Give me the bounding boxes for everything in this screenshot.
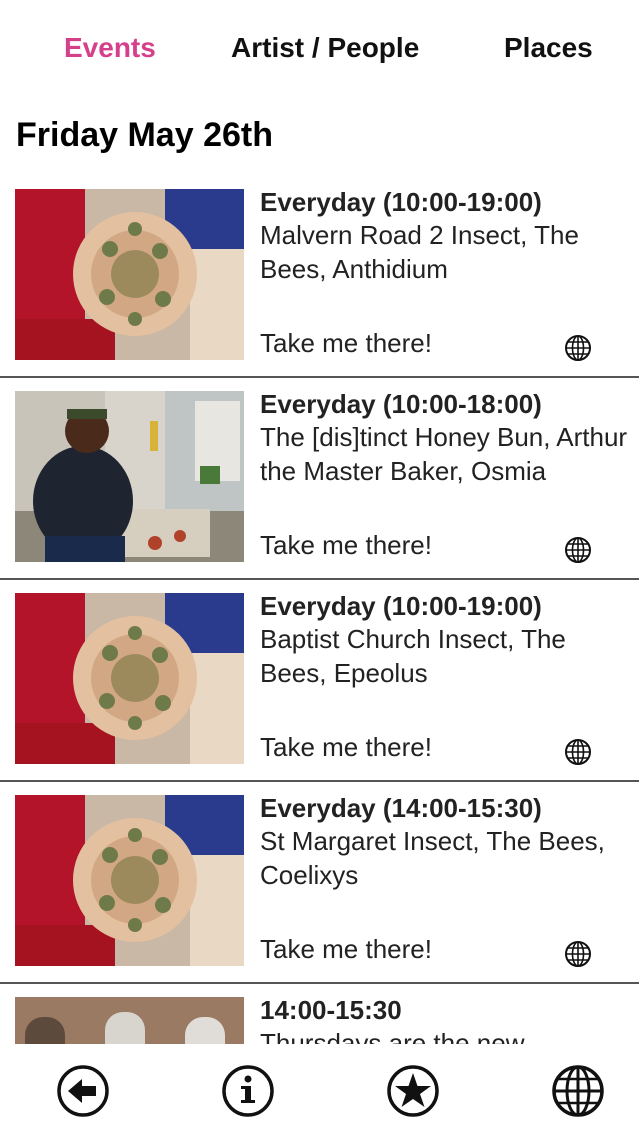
hands-circle-photo bbox=[15, 593, 244, 764]
globe-icon[interactable] bbox=[564, 738, 592, 766]
hands-circle-photo bbox=[15, 795, 244, 966]
event-item[interactable]: Everyday (10:00-19:00) Baptist Church In… bbox=[0, 580, 639, 782]
take-me-there-link[interactable]: Take me there! bbox=[260, 326, 432, 360]
baker-photo bbox=[15, 391, 244, 562]
globe-icon[interactable] bbox=[564, 536, 592, 564]
event-thumbnail-hands bbox=[15, 593, 244, 764]
event-time: Everyday (10:00-19:00) bbox=[260, 187, 542, 217]
event-thumbnail-building bbox=[15, 997, 244, 1044]
event-list[interactable]: Everyday (10:00-19:00) Malvern Road 2 In… bbox=[0, 176, 639, 1044]
tab-events[interactable]: Events bbox=[64, 26, 156, 70]
take-me-there-link[interactable]: Take me there! bbox=[260, 932, 432, 966]
event-thumbnail-hands bbox=[15, 189, 244, 360]
event-item[interactable]: Everyday (10:00-18:00) The [dis]tinct Ho… bbox=[0, 378, 639, 580]
event-item[interactable]: Everyday (14:00-15:30) St Margaret Insec… bbox=[0, 782, 639, 984]
globe-icon[interactable] bbox=[564, 334, 592, 362]
event-title: Baptist Church Insect, The Bees, Epeolus bbox=[260, 624, 566, 688]
event-time: Everyday (10:00-18:00) bbox=[260, 389, 542, 419]
event-title: Malvern Road 2 Insect, The Bees, Anthidi… bbox=[260, 220, 579, 284]
event-title: The [dis]tinct Honey Bun, Arthur the Mas… bbox=[260, 422, 628, 486]
tab-artist-people[interactable]: Artist / People bbox=[231, 26, 419, 70]
take-me-there-link[interactable]: Take me there! bbox=[260, 528, 432, 562]
event-time: Everyday (10:00-19:00) bbox=[260, 591, 542, 621]
event-item[interactable]: Everyday (10:00-19:00) Malvern Road 2 In… bbox=[0, 176, 639, 378]
event-item[interactable]: 14:00-15:30 Thursdays are the new bbox=[0, 984, 639, 1044]
back-arrow-icon[interactable] bbox=[56, 1064, 110, 1118]
brick-wall-photo bbox=[15, 997, 244, 1044]
tab-places[interactable]: Places bbox=[504, 26, 593, 70]
event-time: 14:00-15:30 bbox=[260, 995, 402, 1025]
event-time: Everyday (14:00-15:30) bbox=[260, 793, 542, 823]
event-title: Thursdays are the new bbox=[260, 1028, 525, 1044]
bottom-nav-bar bbox=[0, 1044, 639, 1136]
globe-icon[interactable] bbox=[564, 940, 592, 968]
event-thumbnail-baker bbox=[15, 391, 244, 562]
take-me-there-link[interactable]: Take me there! bbox=[260, 730, 432, 764]
date-heading: Friday May 26th bbox=[16, 116, 273, 154]
hands-circle-photo bbox=[15, 189, 244, 360]
event-thumbnail-hands bbox=[15, 795, 244, 966]
info-icon[interactable] bbox=[221, 1064, 275, 1118]
event-title: St Margaret Insect, The Bees, Coelixys bbox=[260, 826, 605, 890]
star-icon[interactable] bbox=[386, 1064, 440, 1118]
globe-icon[interactable] bbox=[551, 1064, 605, 1118]
top-tab-bar: Events Artist / People Places bbox=[0, 26, 639, 74]
